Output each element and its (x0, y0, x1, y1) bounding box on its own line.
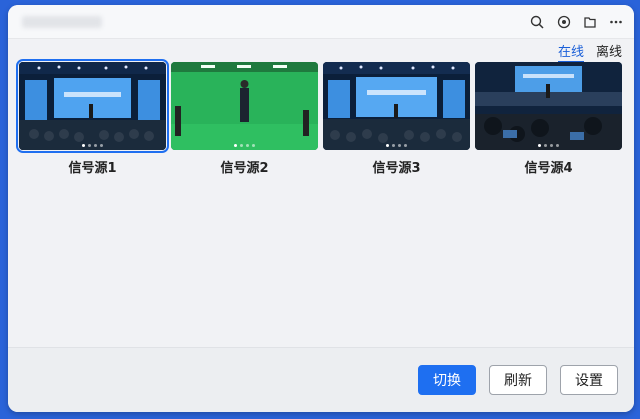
footer-bar: 切换 刷新 设置 (8, 347, 634, 412)
source-label-1: 信号源1 (68, 161, 117, 176)
carousel-dots (19, 144, 166, 147)
settings-button[interactable]: 设置 (560, 365, 618, 395)
status-tabs: 在线 离线 (557, 41, 622, 63)
source-label-2: 信号源2 (220, 161, 269, 176)
carousel-dots (323, 144, 470, 147)
source-label-4: 信号源4 (524, 161, 573, 176)
source-card-3[interactable]: 信号源3 (323, 62, 470, 180)
source-card-1[interactable]: 信号源1 (16, 59, 169, 180)
source-grid: 信号源1 信号源2 信号源3 信号源4 (16, 59, 623, 182)
folder-icon[interactable] (582, 14, 598, 30)
source-card-2[interactable]: 信号源2 (171, 62, 318, 180)
source-preview-3 (323, 62, 470, 150)
refresh-button[interactable]: 刷新 (489, 365, 547, 395)
source-preview-4 (475, 62, 622, 150)
source-label-3: 信号源3 (372, 161, 421, 176)
switch-button[interactable]: 切换 (418, 365, 476, 395)
app-window: 在线 离线 信号源1 信号源2 信号源3 信号源4 切换 刷新 设置 (8, 5, 634, 412)
source-preview-1 (16, 59, 169, 153)
target-icon[interactable] (556, 14, 572, 30)
source-card-4[interactable]: 信号源4 (475, 62, 622, 180)
more-icon[interactable] (608, 14, 624, 30)
search-icon[interactable] (529, 14, 545, 30)
carousel-dots (171, 144, 318, 147)
tab-online[interactable]: 在线 (557, 41, 584, 63)
window-title (22, 16, 102, 28)
title-bar (8, 5, 634, 39)
source-preview-2 (171, 62, 318, 150)
carousel-dots (475, 144, 622, 147)
tab-offline[interactable]: 离线 (596, 41, 622, 63)
